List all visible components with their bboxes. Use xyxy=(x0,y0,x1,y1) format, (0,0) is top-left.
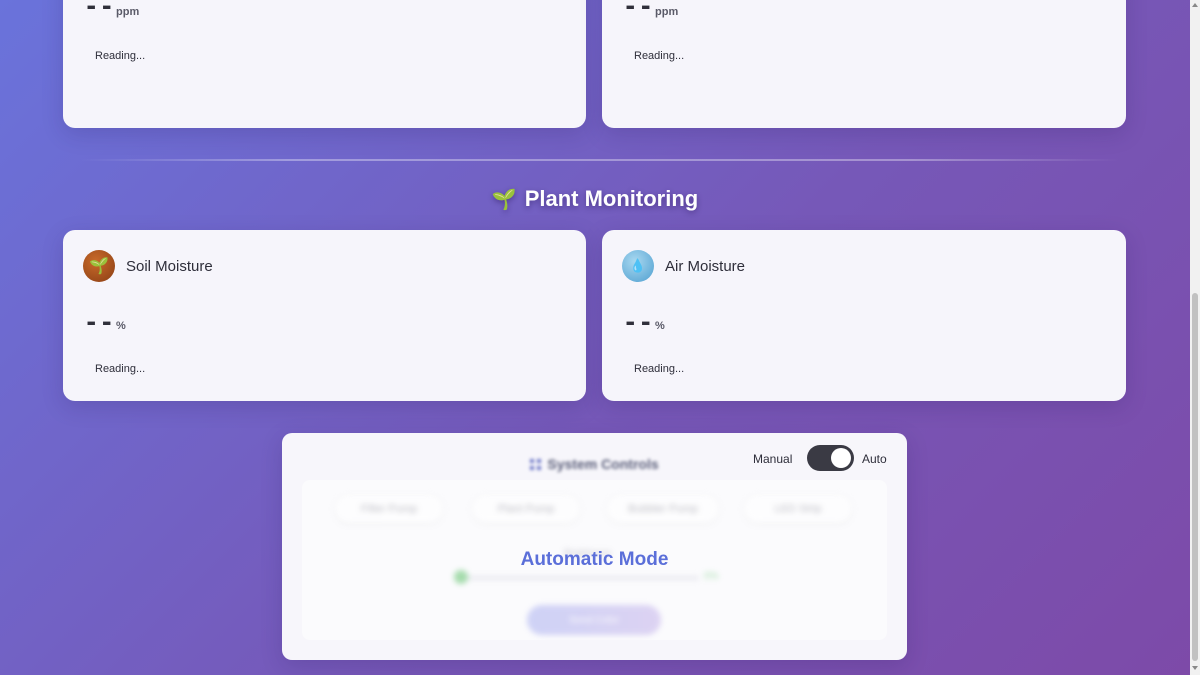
air-moisture-value: -- xyxy=(623,308,654,336)
send-color-button[interactable]: Send Color xyxy=(527,605,661,635)
led-strip-button[interactable]: LED Strip xyxy=(744,495,852,523)
soil-moisture-status: Reading... xyxy=(95,363,146,375)
plant-monitoring-heading: 🌱 Plant Monitoring xyxy=(0,186,1190,212)
plant-pump-button[interactable]: Plant Pump xyxy=(472,495,580,523)
card-title: Soil Moisture xyxy=(126,258,213,275)
brightness-slider[interactable] xyxy=(454,570,699,584)
soil-moisture-unit: % xyxy=(116,320,126,332)
toggle-knob xyxy=(831,448,851,468)
slider-value: 0% xyxy=(704,571,719,582)
manual-controls-area: Filter Pump Plant Pump Bubbler Pump LED … xyxy=(302,480,887,640)
sensor-card-2: -- ppm Reading... xyxy=(602,0,1126,128)
soil-moisture-value: -- xyxy=(84,308,115,336)
water-drop-icon: 💧 xyxy=(622,250,654,282)
slider-thumb[interactable] xyxy=(454,570,468,584)
soil-moisture-card: 🌱 Soil Moisture -- % Reading... xyxy=(63,230,586,401)
auto-mode-label: Auto xyxy=(862,452,887,466)
filter-pump-button[interactable]: Filter Pump xyxy=(335,495,443,523)
sensor-status: Reading... xyxy=(634,50,685,62)
system-controls-panel: System Controls Manual Auto Filter Pump … xyxy=(282,433,907,660)
air-moisture-status: Reading... xyxy=(634,363,685,375)
card-title: Air Moisture xyxy=(665,258,746,275)
sensor-status: Reading... xyxy=(95,50,146,62)
section-title: Plant Monitoring xyxy=(524,186,699,211)
sensor-value: -- xyxy=(623,0,654,20)
air-moisture-unit: % xyxy=(655,320,665,332)
scroll-up-arrow-icon[interactable] xyxy=(1192,3,1198,7)
sensor-value: -- xyxy=(84,0,115,20)
automatic-mode-overlay: Automatic Mode xyxy=(520,549,669,570)
section-divider xyxy=(80,159,1120,161)
bubbler-pump-button[interactable]: Bubbler Pump xyxy=(607,495,719,523)
sensor-unit: ppm xyxy=(116,6,140,18)
sensor-unit: ppm xyxy=(655,6,679,18)
sensor-card-1: -- ppm Reading... xyxy=(63,0,586,128)
grid-icon xyxy=(530,459,542,470)
scroll-thumb[interactable] xyxy=(1192,293,1198,661)
mode-toggle[interactable] xyxy=(807,445,854,471)
seedling-icon: 🌱 xyxy=(83,250,115,282)
manual-mode-label: Manual xyxy=(753,452,793,466)
seedling-icon: 🌱 xyxy=(491,189,517,211)
air-moisture-card: 💧 Air Moisture -- % Reading... xyxy=(602,230,1126,401)
page-scrollbar[interactable] xyxy=(1190,0,1200,675)
scroll-down-arrow-icon[interactable] xyxy=(1192,666,1198,670)
